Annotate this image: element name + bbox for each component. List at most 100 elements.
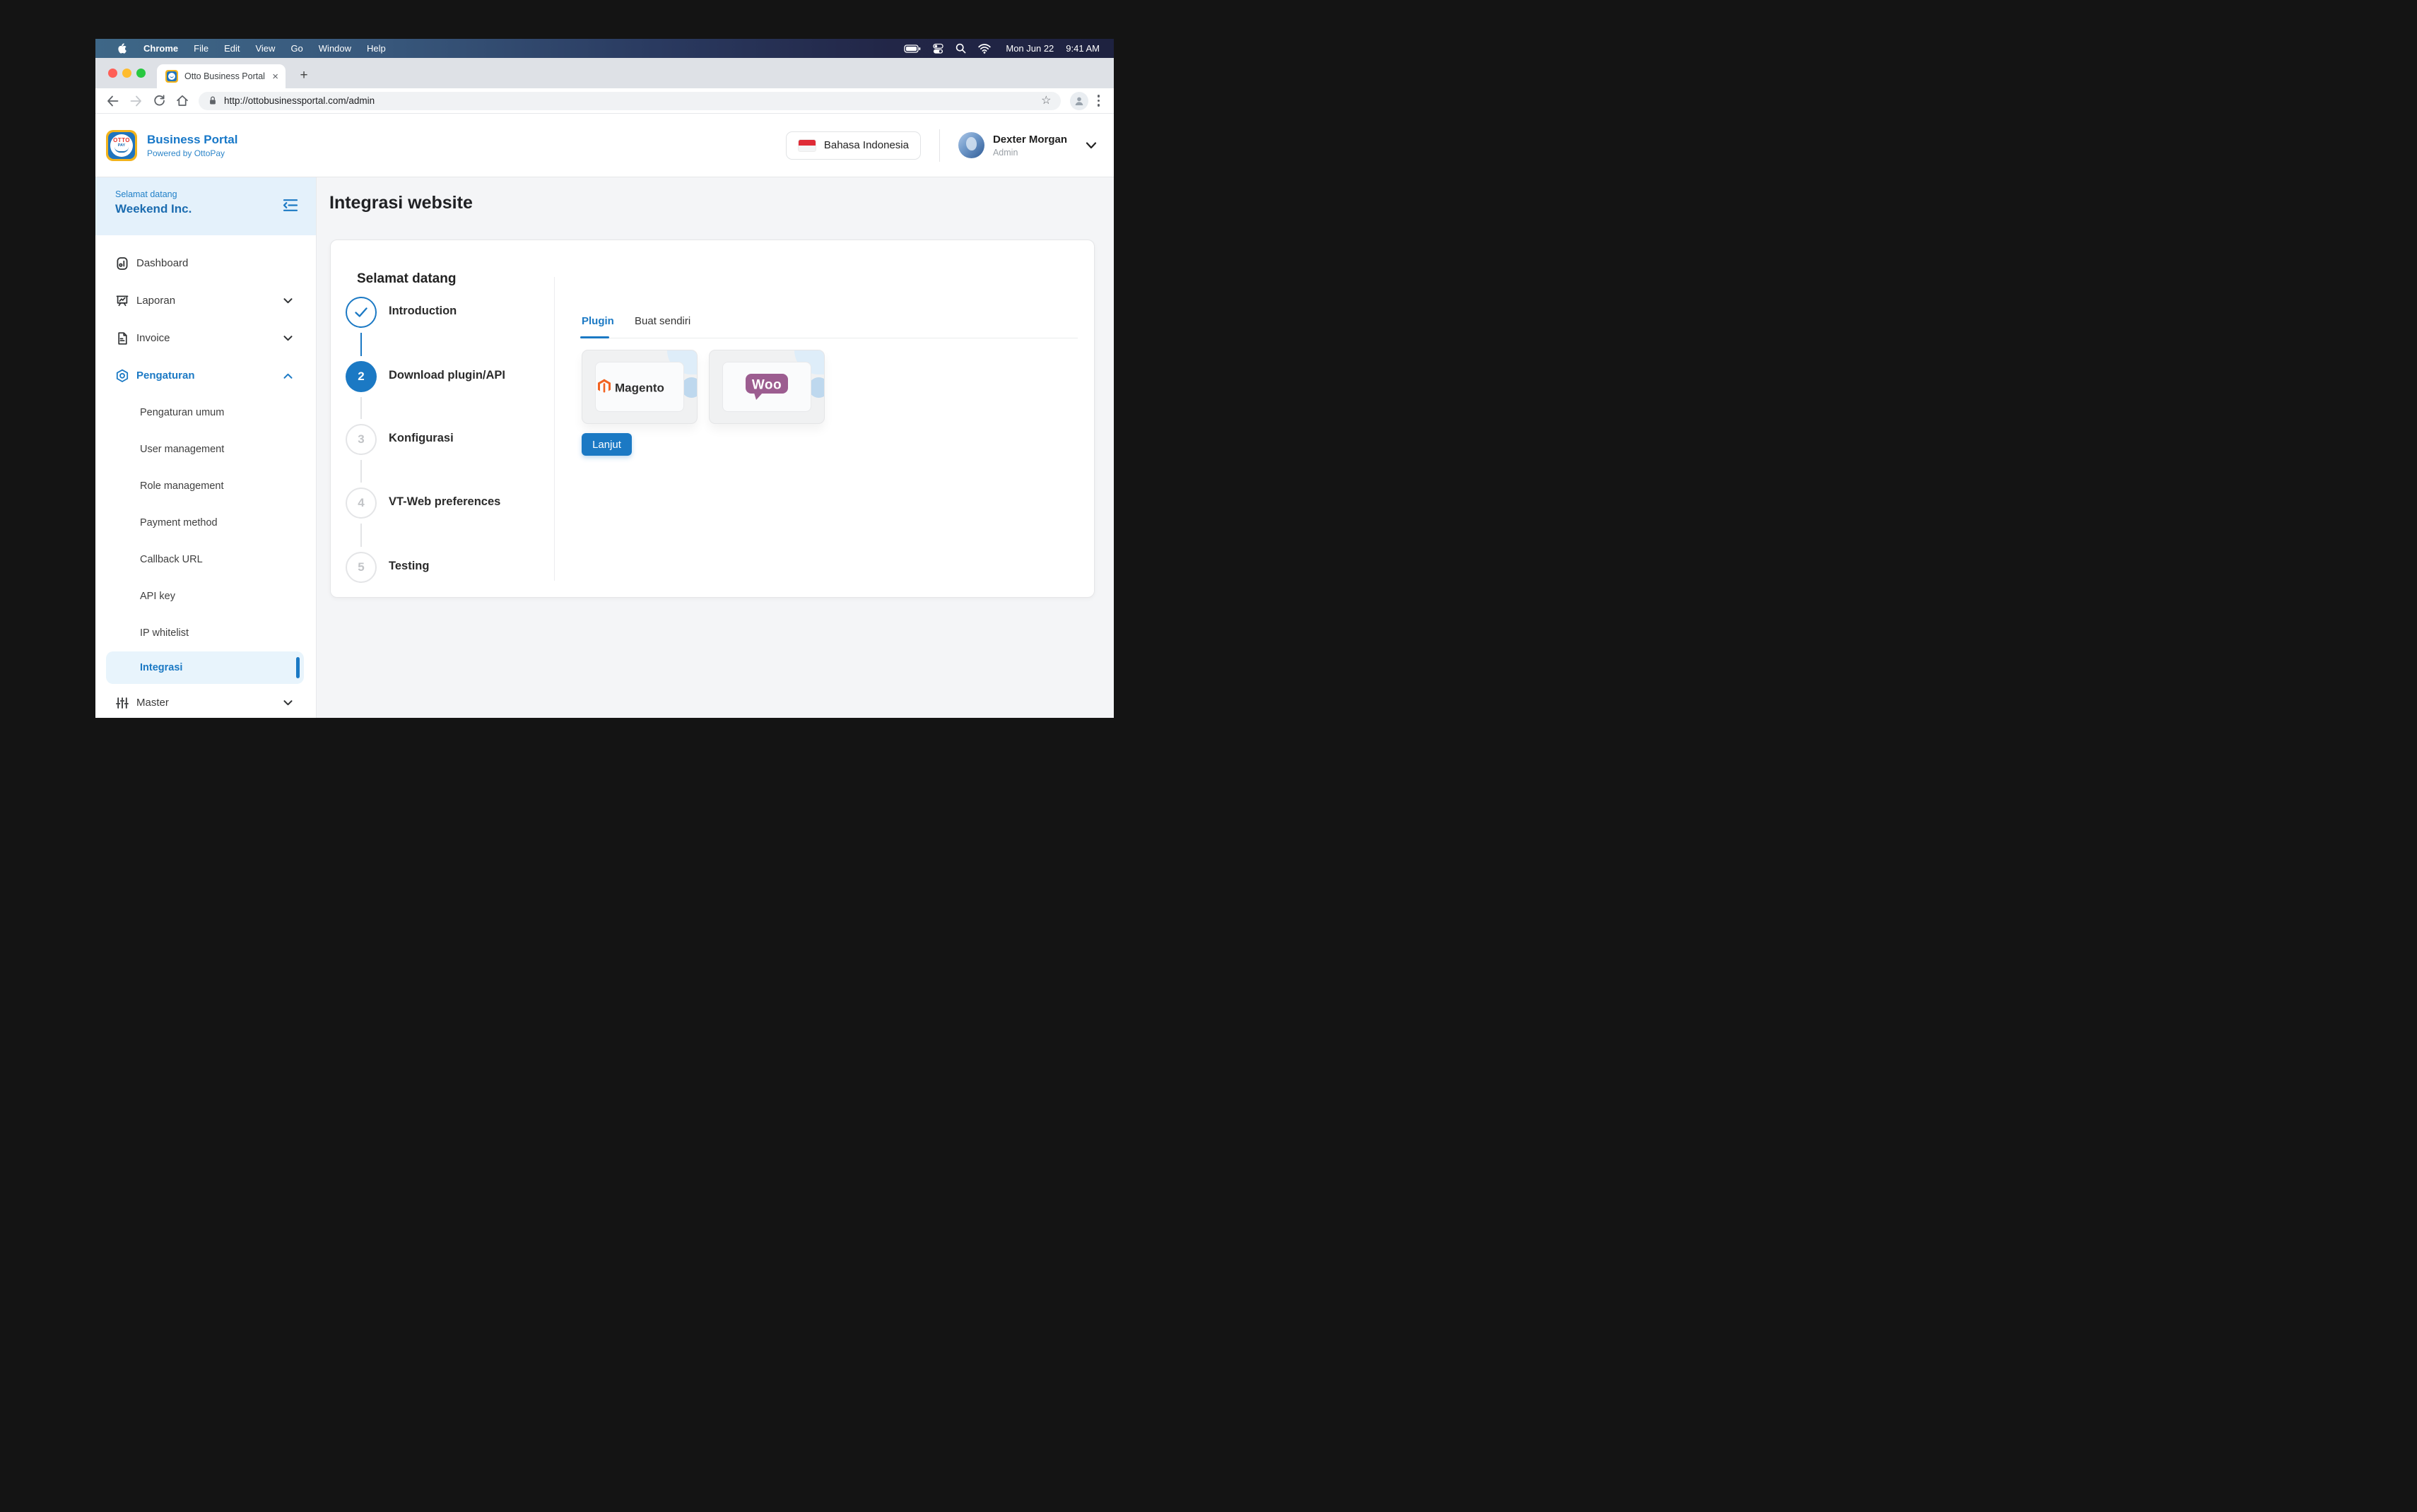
sidebar-item-laporan[interactable]: Laporan	[95, 282, 316, 319]
step-1-introduction[interactable]	[346, 297, 377, 328]
wifi-icon[interactable]	[978, 44, 991, 54]
tab-close-icon[interactable]: ×	[272, 71, 278, 82]
step-2-download-plugin-api[interactable]: 2	[346, 361, 377, 392]
subitem-label: User management	[140, 444, 224, 455]
tab-plugin[interactable]: Plugin	[582, 315, 614, 327]
window-zoom-button[interactable]	[136, 69, 146, 78]
sidebar-subitem-role-management[interactable]: Role management	[95, 468, 316, 504]
forward-button[interactable]	[129, 94, 143, 108]
step-3-konfigurasi[interactable]: 3	[346, 424, 377, 455]
chevron-down-icon	[283, 336, 293, 341]
menu-time[interactable]: 9:41 AM	[1066, 43, 1100, 54]
logo-smile	[114, 147, 129, 153]
step-number: 3	[358, 432, 364, 447]
report-icon	[115, 294, 129, 308]
sidebar-subitem-payment-method[interactable]: Payment method	[95, 504, 316, 541]
subitem-label: Callback URL	[140, 554, 203, 565]
main-content: Integrasi website Selamat datang Introdu…	[317, 177, 1114, 718]
welcome-label: Selamat datang	[115, 189, 316, 199]
sidebar-subitem-integrasi[interactable]: Integrasi	[106, 651, 304, 684]
sidebar-subitem-pengaturan-umum[interactable]: Pengaturan umum	[95, 394, 316, 431]
macos-menu-bar: Chrome File Edit View Go Window Help Mon…	[95, 39, 1114, 58]
sidebar-collapse-icon[interactable]	[282, 199, 299, 212]
battery-icon[interactable]	[904, 45, 921, 53]
lock-icon[interactable]	[208, 95, 218, 106]
tab-buat-sendiri[interactable]: Buat sendiri	[635, 315, 690, 327]
step-label: Download plugin/API	[389, 369, 505, 382]
sidebar-item-dashboard[interactable]: Dashboard	[95, 244, 316, 282]
url-text[interactable]: http://ottobusinessportal.com/admin	[224, 95, 375, 106]
indonesia-flag-icon	[798, 139, 816, 152]
sidebar: Selamat datang Weekend Inc. Dashboard	[95, 177, 317, 718]
menu-date[interactable]: Mon Jun 22	[1006, 43, 1054, 54]
brand-subtitle: Powered by OttoPay	[147, 148, 238, 158]
dashboard-icon	[115, 256, 129, 271]
menu-window[interactable]: Window	[319, 43, 351, 54]
check-icon	[354, 307, 368, 318]
sidebar-item-label: Master	[136, 697, 169, 709]
menu-go[interactable]: Go	[290, 43, 302, 54]
continue-button[interactable]: Lanjut	[582, 433, 632, 456]
back-button[interactable]	[105, 94, 119, 108]
chevron-up-icon	[283, 373, 293, 379]
step-label: Testing	[389, 560, 429, 573]
tab-title: Otto Business Portal	[184, 71, 265, 81]
browser-toolbar: http://ottobusinessportal.com/admin ☆	[95, 88, 1114, 114]
browser-menu-icon[interactable]	[1098, 95, 1100, 107]
invoice-icon	[115, 331, 129, 345]
address-bar[interactable]: http://ottobusinessportal.com/admin ☆	[199, 92, 1061, 110]
user-avatar[interactable]	[958, 132, 984, 158]
menu-file[interactable]: File	[194, 43, 208, 54]
window-close-button[interactable]	[108, 69, 117, 78]
page-title: Integrasi website	[329, 193, 473, 213]
sidebar-item-label: Invoice	[136, 332, 170, 344]
language-selector-button[interactable]: Bahasa Indonesia	[786, 131, 921, 160]
sidebar-subitem-ip-whitelist[interactable]: IP whitelist	[95, 615, 316, 651]
active-tab-underline	[580, 336, 609, 338]
plugin-option-woocommerce[interactable]: Woo	[709, 350, 825, 424]
sidebar-subitem-user-management[interactable]: User management	[95, 431, 316, 468]
woocommerce-logo: Woo	[722, 362, 811, 412]
subitem-label: Payment method	[140, 517, 218, 528]
window-minimize-button[interactable]	[122, 69, 131, 78]
menu-view[interactable]: View	[255, 43, 275, 54]
reload-button[interactable]	[152, 94, 166, 108]
new-tab-button[interactable]: +	[295, 66, 313, 85]
plugin-option-magento[interactable]: Magento	[582, 350, 698, 424]
magento-logo: Magento	[595, 362, 684, 412]
step-4-vt-web-preferences[interactable]: 4	[346, 488, 377, 519]
browser-tab[interactable]: Otto Business Portal ×	[157, 64, 286, 88]
site-header: OTTO PAY Business Portal Powered by Otto…	[95, 114, 1114, 177]
home-button[interactable]	[175, 94, 189, 108]
spotlight-search-icon[interactable]	[955, 43, 966, 54]
apple-icon[interactable]	[117, 42, 127, 54]
brand-title: Business Portal	[147, 133, 238, 147]
sidebar-item-invoice[interactable]: Invoice	[95, 319, 316, 357]
sidebar-subitem-callback-url[interactable]: Callback URL	[95, 541, 316, 578]
subitem-label: IP whitelist	[140, 627, 189, 639]
menu-chrome[interactable]: Chrome	[143, 43, 178, 54]
menu-help[interactable]: Help	[367, 43, 386, 54]
sidebar-item-master[interactable]: Master	[95, 684, 316, 718]
user-name: Dexter Morgan	[993, 134, 1067, 146]
sidebar-item-label: Laporan	[136, 295, 175, 307]
chevron-down-icon	[283, 298, 293, 304]
sidebar-subitem-api-key[interactable]: API key	[95, 578, 316, 615]
woo-wordmark: Woo	[752, 377, 782, 392]
user-menu-chevron-down-icon[interactable]	[1086, 142, 1097, 149]
step-5-testing[interactable]: 5	[346, 552, 377, 583]
chevron-down-icon	[283, 700, 293, 706]
control-center-icon[interactable]	[933, 43, 943, 54]
subitem-label: API key	[140, 591, 175, 602]
sidebar-item-pengaturan[interactable]: Pengaturan	[95, 357, 316, 394]
browser-profile-icon[interactable]	[1070, 92, 1088, 110]
bookmark-star-icon[interactable]: ☆	[1041, 95, 1051, 107]
menu-edit[interactable]: Edit	[224, 43, 240, 54]
magento-wordmark: Magento	[615, 381, 664, 394]
browser-tab-strip: Otto Business Portal × +	[95, 58, 1114, 88]
settings-icon	[115, 369, 129, 383]
step-connector	[360, 460, 362, 483]
header-divider	[939, 129, 940, 162]
step-label: VT-Web preferences	[389, 495, 500, 509]
step-label: Introduction	[389, 305, 457, 318]
